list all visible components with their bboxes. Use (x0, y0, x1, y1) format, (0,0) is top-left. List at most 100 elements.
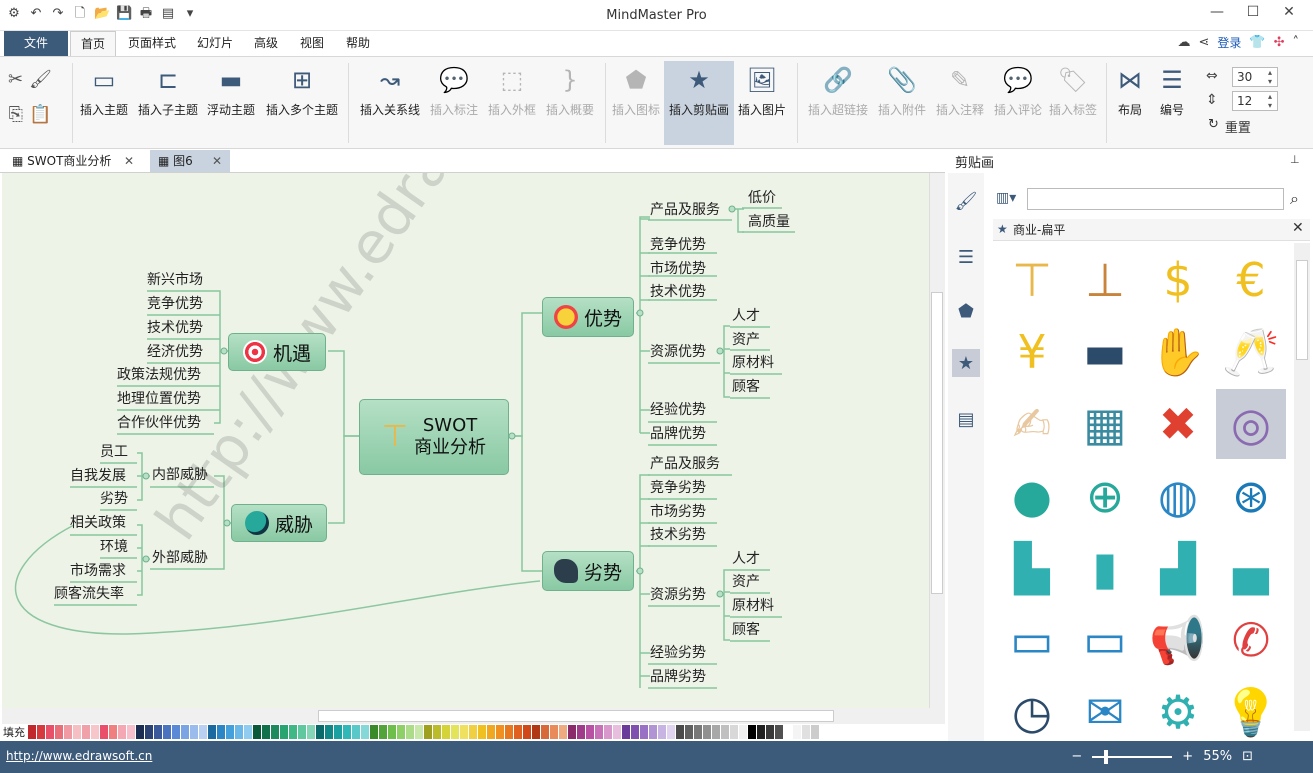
color-swatch[interactable] (586, 725, 594, 739)
color-swatch[interactable] (721, 725, 729, 739)
subtopic[interactable]: 技术优势 (147, 319, 203, 337)
color-swatch[interactable] (685, 725, 693, 739)
puzzle-cross-icon[interactable]: ✖ (1143, 389, 1213, 459)
subtopic[interactable]: 经验优势 (650, 401, 706, 419)
skin-icon[interactable]: 👕 (1249, 35, 1265, 50)
icon-library-icon[interactable]: ⬟ (952, 297, 980, 325)
subtopic[interactable]: 地理位置优势 (117, 390, 201, 408)
color-swatch[interactable] (235, 725, 243, 739)
subtopic[interactable]: 人才 (732, 307, 760, 325)
insert-icon-button[interactable]: ⬟ 插入图标 (612, 63, 660, 118)
insert-tag-button[interactable]: 🏷 插入标签 (1049, 63, 1097, 118)
color-swatch[interactable] (343, 725, 351, 739)
toast-icon[interactable]: 🥂 (1216, 317, 1286, 387)
color-swatch[interactable] (505, 725, 513, 739)
minimize-button[interactable]: — (1199, 4, 1235, 20)
city-icon[interactable]: ▙ (997, 533, 1067, 603)
subtopic[interactable]: 原材料 (732, 354, 774, 372)
tab-home[interactable]: 首页 (70, 31, 116, 56)
layout-button[interactable]: ⋈ 布局 (1112, 63, 1148, 118)
color-swatch[interactable] (181, 725, 189, 739)
subtopic[interactable]: 顾客 (732, 378, 760, 396)
direction-sign-icon[interactable]: ⊥ (1070, 245, 1140, 315)
subtopic[interactable]: 市场优势 (650, 260, 706, 278)
spacing-height-stepper[interactable]: 12 (1232, 91, 1278, 111)
subtopic[interactable]: 资产 (732, 331, 760, 349)
doc-tab-figure6[interactable]: ▦ 图6 ✕ (150, 150, 230, 172)
library-menu-icon[interactable]: ▥▾ (996, 190, 1016, 206)
color-swatch[interactable] (640, 725, 648, 739)
buildings-icon[interactable]: ▟ (1143, 533, 1213, 603)
tab-page-style[interactable]: 页面样式 (122, 31, 182, 56)
subtopic[interactable]: 产品及服务 (650, 201, 720, 219)
subtopic[interactable]: 劣势 (100, 490, 128, 508)
dollar-icon[interactable]: $ (1143, 245, 1213, 315)
color-swatch[interactable] (568, 725, 576, 739)
cloud-icon[interactable]: ☁ (1177, 35, 1190, 50)
insert-summary-button[interactable]: } 插入概要 (546, 63, 594, 118)
close-tab-icon[interactable]: ✕ (124, 150, 134, 172)
color-swatch[interactable] (541, 725, 549, 739)
agreement-icon[interactable]: ✍ (997, 389, 1067, 459)
head-idea-icon[interactable]: 💡 (1216, 677, 1286, 747)
credit-card-icon[interactable]: ▬ (1070, 317, 1140, 387)
color-swatch[interactable] (406, 725, 414, 739)
share-icon[interactable]: ⋖ (1198, 35, 1209, 50)
subtopic[interactable]: 高质量 (748, 213, 790, 231)
head-gears-icon[interactable]: ⚙ (1143, 677, 1213, 747)
color-swatch[interactable] (487, 725, 495, 739)
subtopic[interactable]: 政策法规优势 (117, 366, 201, 384)
color-swatch[interactable] (667, 725, 675, 739)
format-painter-icon[interactable]: 🖌 (29, 69, 52, 90)
color-swatch[interactable] (316, 725, 324, 739)
subtopic[interactable]: 资源优势 (650, 343, 706, 361)
subtopic[interactable]: 经验劣势 (650, 644, 706, 662)
topic-threats[interactable]: 威胁 (231, 504, 327, 542)
color-swatch[interactable] (739, 725, 747, 739)
fit-page-icon[interactable]: ⊡ (1242, 749, 1253, 764)
insert-boundary-button[interactable]: ⬚ 插入外框 (488, 63, 536, 118)
insert-note-button[interactable]: ✎ 插入注释 (936, 63, 984, 118)
color-swatch[interactable] (361, 725, 369, 739)
color-swatch[interactable] (118, 725, 126, 739)
color-swatch[interactable] (469, 725, 477, 739)
color-swatch[interactable] (784, 725, 792, 739)
signpost-icon[interactable]: ⊤ (997, 245, 1067, 315)
subtopic[interactable]: 外部威胁 (152, 549, 208, 567)
color-swatch[interactable] (64, 725, 72, 739)
color-swatch[interactable] (730, 725, 738, 739)
briefcase-icon[interactable]: ▭ (997, 605, 1067, 675)
color-swatch[interactable] (226, 725, 234, 739)
subtopic[interactable]: 自我发展 (70, 467, 126, 485)
pin-panel-icon[interactable]: ⊥ (1290, 153, 1300, 166)
color-swatch[interactable] (712, 725, 720, 739)
color-swatch[interactable] (460, 725, 468, 739)
color-swatch[interactable] (775, 725, 783, 739)
subtopic[interactable]: 低价 (748, 189, 776, 207)
color-swatch[interactable] (424, 725, 432, 739)
briefcase-blue-icon[interactable]: ▭ (1070, 605, 1140, 675)
insert-image-button[interactable]: 🖼 插入图片 (738, 63, 786, 118)
color-swatch[interactable] (325, 725, 333, 739)
floating-topic-button[interactable]: ▬ 浮动主题 (207, 63, 255, 118)
outline-list-icon[interactable]: ☰ (952, 243, 980, 271)
color-swatch[interactable] (478, 725, 486, 739)
color-swatch[interactable] (595, 725, 603, 739)
color-swatch[interactable] (280, 725, 288, 739)
color-swatch[interactable] (154, 725, 162, 739)
color-swatch[interactable] (334, 725, 342, 739)
color-swatch[interactable] (451, 725, 459, 739)
color-swatch[interactable] (352, 725, 360, 739)
color-swatch[interactable] (442, 725, 450, 739)
color-swatch[interactable] (127, 725, 135, 739)
numbering-button[interactable]: ☰ 编号 (1154, 63, 1190, 118)
canvas-horizontal-scroll-thumb[interactable] (318, 710, 834, 722)
subtopic[interactable]: 竞争优势 (147, 295, 203, 313)
topic-strengths[interactable]: 优势 (542, 297, 634, 337)
color-swatch[interactable] (676, 725, 684, 739)
megaphone-icon[interactable]: 📢 (1143, 605, 1213, 675)
handshake-icon[interactable]: ✋ (1143, 317, 1213, 387)
collapse-ribbon-icon[interactable]: ˄ (1293, 35, 1300, 50)
insert-attachment-button[interactable]: 📎 插入附件 (878, 63, 926, 118)
color-swatch[interactable] (793, 725, 801, 739)
